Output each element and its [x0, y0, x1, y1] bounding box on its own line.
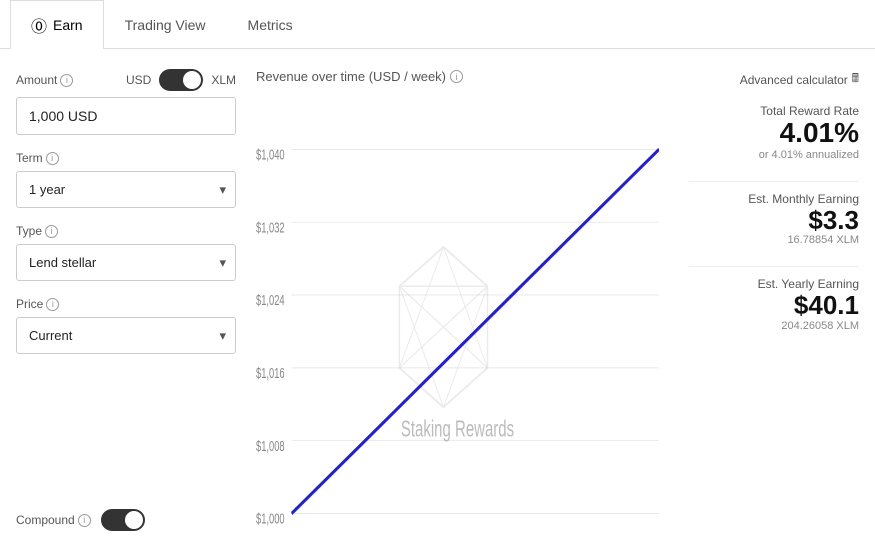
watermark-text: Staking Rewards	[401, 416, 514, 442]
left-panel: Amount i USD XLM Term i 1 week	[16, 69, 236, 531]
amount-group: Amount i USD XLM	[16, 69, 236, 135]
price-select[interactable]: Current Custom	[16, 317, 236, 354]
amount-info-icon[interactable]: i	[60, 74, 73, 87]
term-select[interactable]: 1 week 1 month 3 months 6 months 1 year …	[16, 171, 236, 208]
currency-usd-label: USD	[126, 73, 151, 87]
svg-text:$1,008: $1,008	[256, 438, 285, 455]
calculator-icon[interactable]: 🖩	[852, 69, 859, 90]
chart-container: $1,000 $1,008 $1,016 $1,024 $1,032 $1,04…	[256, 94, 659, 531]
chart-area: Revenue over time (USD / week) i $1,000 …	[256, 69, 659, 531]
amount-label: Amount i	[16, 73, 73, 87]
term-select-wrapper: 1 week 1 month 3 months 6 months 1 year …	[16, 171, 236, 208]
chart-svg: $1,000 $1,008 $1,016 $1,024 $1,032 $1,04…	[256, 94, 659, 531]
tab-trading-view-label: Trading View	[125, 17, 206, 33]
svg-text:$1,032: $1,032	[256, 219, 285, 236]
amount-input[interactable]	[16, 97, 236, 135]
right-panel: Advanced calculator 🖩 Total Reward Rate …	[679, 69, 859, 531]
advanced-calc-label: Advanced calculator	[740, 73, 848, 87]
yearly-label: Est. Yearly Earning	[689, 277, 859, 291]
advanced-calc-row: Advanced calculator 🖩	[689, 69, 859, 90]
svg-text:$1,016: $1,016	[256, 365, 285, 382]
price-label: Price i	[16, 297, 236, 311]
currency-toggle[interactable]	[159, 69, 203, 91]
term-info-icon[interactable]: i	[46, 152, 59, 165]
main-content: Amount i USD XLM Term i 1 week	[0, 49, 875, 551]
yearly-xlm: 204.26058 XLM	[689, 320, 859, 332]
watermark-logo	[399, 247, 487, 407]
monthly-value: $3.3	[689, 206, 859, 235]
total-reward-label: Total Reward Rate	[689, 104, 859, 118]
compound-group: Compound i	[16, 489, 236, 531]
svg-text:$1,000: $1,000	[256, 511, 285, 528]
compound-toggle[interactable]	[101, 509, 145, 531]
compound-label: Compound i	[16, 513, 91, 527]
monthly-label: Est. Monthly Earning	[689, 192, 859, 206]
currency-xlm-label: XLM	[211, 73, 236, 87]
monthly-xlm: 16.78854 XLM	[689, 234, 859, 246]
chart-title: Revenue over time (USD / week) i	[256, 69, 659, 84]
chart-info-icon[interactable]: i	[450, 70, 463, 83]
yearly-value: $40.1	[689, 291, 859, 320]
svg-text:$1,024: $1,024	[256, 292, 285, 309]
price-select-wrapper: Current Custom ▾	[16, 317, 236, 354]
tab-earn-label: Earn	[53, 17, 83, 33]
yearly-earning-section: Est. Yearly Earning $40.1 204.26058 XLM	[689, 277, 859, 332]
toggle-knob	[183, 71, 201, 89]
type-select[interactable]: Lend stellar Stake Delegate	[16, 244, 236, 281]
tab-metrics-label: Metrics	[248, 17, 293, 33]
term-label: Term i	[16, 151, 236, 165]
type-label: Type i	[16, 224, 236, 238]
divider-1	[689, 181, 859, 182]
divider-2	[689, 266, 859, 267]
total-reward-sub: or 4.01% annualized	[689, 149, 859, 161]
earn-icon: ⓪	[31, 13, 47, 37]
tab-metrics[interactable]: Metrics	[227, 0, 314, 49]
type-group: Type i Lend stellar Stake Delegate ▾	[16, 224, 236, 281]
compound-toggle-knob	[125, 511, 143, 529]
type-info-icon[interactable]: i	[45, 225, 58, 238]
type-select-wrapper: Lend stellar Stake Delegate ▾	[16, 244, 236, 281]
monthly-earning-section: Est. Monthly Earning $3.3 16.78854 XLM	[689, 192, 859, 247]
price-info-icon[interactable]: i	[46, 298, 59, 311]
tab-earn[interactable]: ⓪ Earn	[10, 0, 104, 49]
compound-info-icon[interactable]: i	[78, 514, 91, 527]
total-reward-value: 4.01%	[689, 118, 859, 149]
term-group: Term i 1 week 1 month 3 months 6 months …	[16, 151, 236, 208]
price-group: Price i Current Custom ▾	[16, 297, 236, 354]
tab-trading-view[interactable]: Trading View	[104, 0, 227, 49]
total-reward-section: Total Reward Rate 4.01% or 4.01% annuali…	[689, 104, 859, 161]
amount-header: Amount i USD XLM	[16, 69, 236, 91]
svg-text:$1,040: $1,040	[256, 146, 285, 163]
revenue-line	[292, 149, 659, 513]
tab-bar: ⓪ Earn Trading View Metrics	[0, 0, 875, 49]
